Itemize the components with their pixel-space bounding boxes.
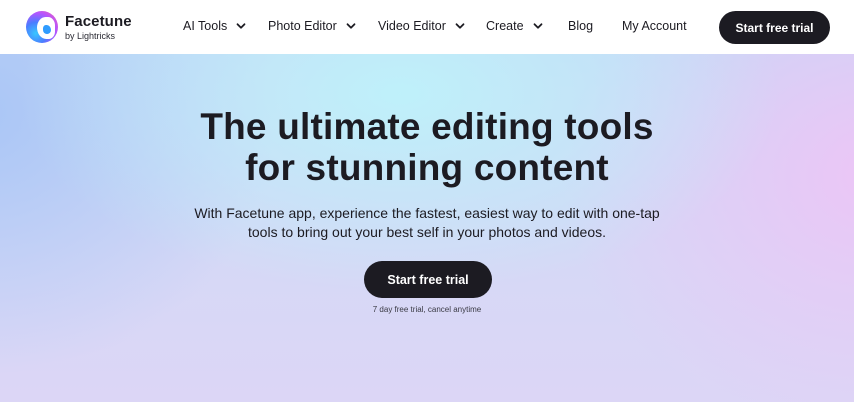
chevron-down-icon: [455, 23, 465, 29]
nav-blog-label: Blog: [568, 19, 594, 33]
nav-blog[interactable]: Blog: [568, 19, 593, 33]
hero-description-line-1: With Facetune app, experience the fastes…: [194, 205, 660, 221]
chevron-down-icon: [346, 23, 356, 29]
hero-title-line-2: for stunning content: [245, 147, 609, 188]
site-header: Facetune by Lightricks AI Tools Photo Ed…: [0, 0, 854, 54]
hero-description-line-2: tools to bring out your best self in you…: [248, 224, 606, 240]
header-start-trial-button[interactable]: Start free trial: [719, 11, 830, 44]
hero-start-trial-button[interactable]: Start free trial: [364, 261, 492, 298]
chevron-down-icon: [533, 23, 542, 29]
facetune-logo[interactable]: Facetune by Lightricks: [26, 11, 132, 43]
logo-name: Facetune: [65, 12, 132, 30]
nav-create[interactable]: Create: [486, 19, 543, 33]
nav-photo-editor[interactable]: Photo Editor: [268, 19, 356, 33]
hero-section: The ultimate editing tools for stunning …: [0, 54, 854, 402]
logo-text: Facetune by Lightricks: [65, 14, 132, 41]
nav-video-editor[interactable]: Video Editor: [378, 19, 465, 33]
page: Facetune by Lightricks AI Tools Photo Ed…: [0, 0, 854, 402]
nav-my-account-label: My Account: [622, 19, 687, 33]
chevron-down-icon: [236, 23, 246, 29]
nav-ai-tools[interactable]: AI Tools: [183, 19, 246, 33]
nav-ai-tools-label: AI Tools: [183, 19, 228, 33]
hero-title-line-1: The ultimate editing tools: [200, 106, 654, 147]
hero-title: The ultimate editing tools for stunning …: [0, 106, 854, 188]
facetune-logo-icon: [26, 11, 58, 43]
nav-my-account[interactable]: My Account: [622, 19, 687, 33]
nav-video-editor-label: Video Editor: [378, 19, 446, 33]
trial-note: 7 day free trial, cancel anytime: [372, 305, 482, 314]
nav-create-label: Create: [486, 19, 524, 33]
hero-description: With Facetune app, experience the fastes…: [170, 204, 684, 242]
nav-photo-editor-label: Photo Editor: [268, 19, 337, 33]
logo-subtitle: by Lightricks: [65, 30, 116, 41]
